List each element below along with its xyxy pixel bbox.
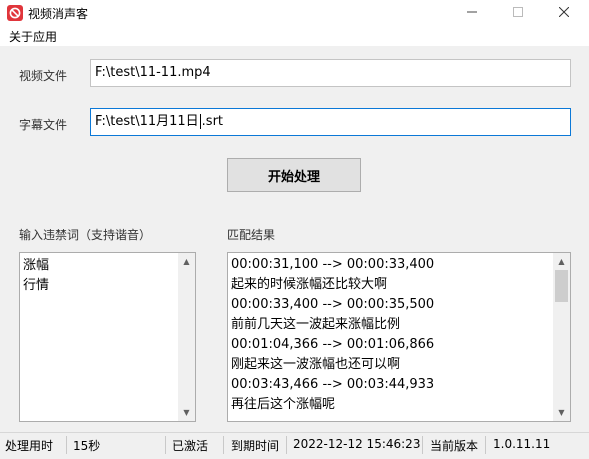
expiry-value: 2022-12-12 15:46:23 bbox=[293, 437, 421, 451]
banned-word-item: 行情 bbox=[23, 278, 50, 293]
close-icon bbox=[558, 6, 570, 20]
result-line: 00:03:43,466 --> 00:03:44,933 bbox=[231, 377, 435, 392]
result-line: 00:01:04,366 --> 00:01:06,866 bbox=[231, 337, 435, 352]
result-line: 再往后这个涨幅呢 bbox=[231, 397, 336, 412]
results-textarea[interactable]: 00:00:31,100 --> 00:00:33,400 起来的时候涨幅还比较… bbox=[227, 252, 571, 422]
banned-words-list: 涨幅 行情 bbox=[20, 253, 195, 296]
result-line: 00:00:33,400 --> 00:00:35,500 bbox=[231, 297, 435, 312]
text-caret bbox=[199, 114, 201, 129]
banned-words-scrollbar[interactable]: ▲ ▼ bbox=[178, 253, 195, 421]
scroll-thumb[interactable] bbox=[555, 270, 568, 302]
status-bar: 处理用时 15秒 已激活 到期时间 2022-12-12 15:46:23 当前… bbox=[0, 432, 589, 459]
subtitle-file-input[interactable]: F:\test\11月11日 .srt bbox=[90, 108, 571, 136]
status-divider bbox=[165, 436, 166, 454]
results-scrollbar[interactable]: ▲ ▼ bbox=[553, 253, 570, 421]
result-line: 00:00:31,100 --> 00:00:33,400 bbox=[231, 257, 435, 272]
results-label: 匹配结果 bbox=[227, 228, 276, 242]
status-divider bbox=[66, 436, 67, 454]
close-button[interactable] bbox=[541, 0, 587, 26]
stop-sign-icon bbox=[7, 5, 23, 21]
menu-bar: 关于应用 bbox=[0, 26, 589, 46]
status-divider bbox=[422, 436, 423, 454]
subtitle-file-label: 字幕文件 bbox=[19, 118, 68, 132]
video-file-value: F:\test\11-11.mp4 bbox=[95, 65, 211, 80]
version-value: 1.0.11.11 bbox=[493, 437, 551, 451]
result-line: 起来的时候涨幅还比较大啊 bbox=[231, 277, 388, 292]
activation-status: 已激活 bbox=[172, 439, 209, 453]
subtitle-file-value-part1: F:\test\11月11日 bbox=[95, 114, 199, 129]
expiry-label: 到期时间 bbox=[231, 439, 280, 453]
result-line: 刚起来这一波涨幅也还可以啊 bbox=[231, 357, 401, 372]
status-divider bbox=[223, 436, 224, 454]
video-file-label: 视频文件 bbox=[19, 69, 68, 83]
menu-about[interactable]: 关于应用 bbox=[9, 28, 57, 45]
scroll-down-arrow-icon[interactable]: ▼ bbox=[178, 404, 195, 421]
scroll-up-arrow-icon[interactable]: ▲ bbox=[553, 253, 570, 270]
minimize-button[interactable] bbox=[449, 0, 495, 26]
version-label: 当前版本 bbox=[430, 439, 479, 453]
status-divider bbox=[485, 436, 486, 454]
video-file-input[interactable]: F:\test\11-11.mp4 bbox=[90, 59, 571, 87]
results-list: 00:00:31,100 --> 00:00:33,400 起来的时候涨幅还比较… bbox=[228, 253, 570, 415]
maximize-icon bbox=[513, 6, 523, 20]
subtitle-file-value-part2: .srt bbox=[201, 114, 224, 129]
scroll-up-arrow-icon[interactable]: ▲ bbox=[178, 253, 195, 270]
elapsed-label: 处理用时 bbox=[5, 439, 54, 453]
scroll-down-arrow-icon[interactable]: ▼ bbox=[553, 404, 570, 421]
maximize-button[interactable] bbox=[495, 0, 541, 26]
start-processing-button[interactable]: 开始处理 bbox=[227, 158, 361, 192]
title-bar: 视频消声客 bbox=[0, 0, 589, 26]
minimize-icon bbox=[467, 6, 477, 20]
window-title: 视频消声客 bbox=[28, 7, 89, 21]
result-line: 前前几天这一波起来涨幅比例 bbox=[231, 317, 401, 332]
elapsed-value: 15秒 bbox=[73, 439, 101, 453]
banned-word-item: 涨幅 bbox=[23, 258, 50, 273]
status-divider bbox=[286, 436, 287, 454]
banned-words-label: 输入违禁词（支持谐音） bbox=[19, 228, 152, 242]
banned-words-textarea[interactable]: 涨幅 行情 ▲ ▼ bbox=[19, 252, 196, 422]
